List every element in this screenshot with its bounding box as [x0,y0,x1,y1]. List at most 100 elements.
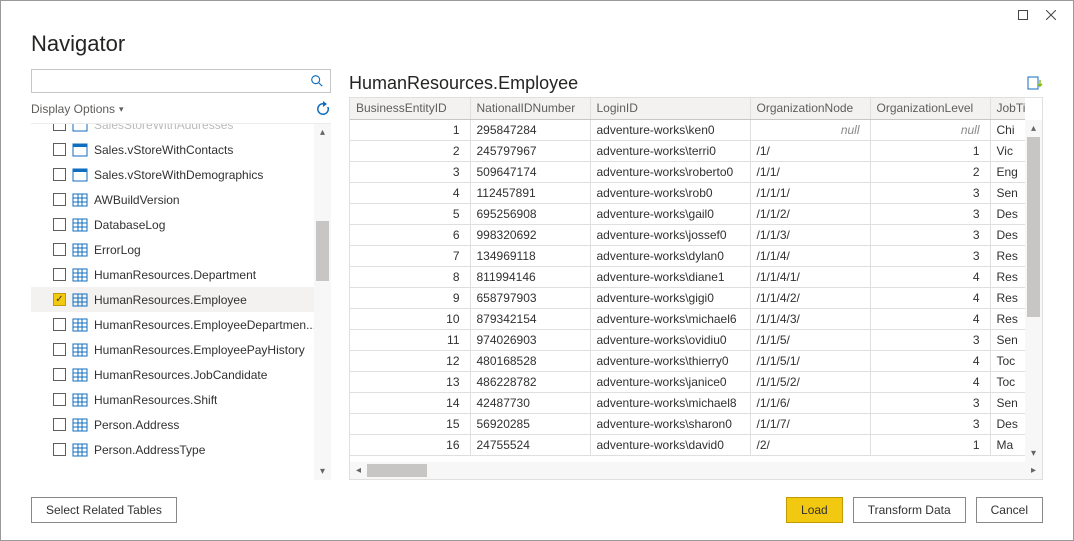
cell: /1/1/3/ [750,224,870,245]
tree-checkbox[interactable] [53,143,66,156]
grid-vertical-scrollbar[interactable]: ▴ ▾ [1025,120,1042,462]
cell: Chi [990,119,1025,140]
cell: /1/1/5/ [750,329,870,350]
table-row[interactable]: 1442487730adventure-works\michael8/1/1/6… [350,392,1025,413]
refresh-preview-icon[interactable] [1027,75,1043,91]
tree-item[interactable]: HumanResources.EmployeeDepartmen... [31,312,331,337]
column-header[interactable]: OrganizationNode [750,98,870,119]
refresh-icon[interactable] [315,101,331,117]
cell: adventure-works\diane1 [590,266,750,287]
scrollbar-thumb[interactable] [367,464,427,477]
cell: null [870,119,990,140]
tree-item[interactable]: DatabaseLog [31,212,331,237]
column-header[interactable]: JobTitle [990,98,1025,119]
tree-checkbox[interactable] [53,318,66,331]
tree-item[interactable]: Sales.vStoreWithDemographics [31,162,331,187]
cell: adventure-works\jossef0 [590,224,750,245]
tree-checkbox[interactable] [53,343,66,356]
tree-item[interactable]: SalesStoreWithAddresses [31,124,331,137]
display-options-dropdown[interactable]: Display Options ▾ [31,102,124,116]
tree-checkbox[interactable] [53,418,66,431]
tree-checkbox[interactable] [53,268,66,281]
column-header[interactable]: NationalIDNumber [470,98,590,119]
tree-checkbox[interactable] [53,293,66,306]
search-input[interactable] [38,71,310,91]
cell: adventure-works\thierry0 [590,350,750,371]
object-tree[interactable]: SalesStoreWithAddressesSales.vStoreWithC… [31,124,331,480]
table-row[interactable]: 1556920285adventure-works\sharon0/1/1/7/… [350,413,1025,434]
scroll-down-icon[interactable]: ▾ [314,463,331,480]
table-row[interactable]: 4112457891adventure-works\rob0/1/1/1/3Se… [350,182,1025,203]
tree-item[interactable]: Sales.vStoreWithContacts [31,137,331,162]
tree-item[interactable]: Person.AddressType [31,437,331,462]
maximize-button[interactable] [1009,5,1037,25]
tree-item[interactable]: HumanResources.Shift [31,387,331,412]
tree-checkbox[interactable] [53,168,66,181]
column-header[interactable]: OrganizationLevel [870,98,990,119]
tree-checkbox[interactable] [53,368,66,381]
table-row[interactable]: 12480168528adventure-works\thierry0/1/1/… [350,350,1025,371]
cell: 1 [870,140,990,161]
cell: 245797967 [470,140,590,161]
table-row[interactable]: 5695256908adventure-works\gail0/1/1/2/3D… [350,203,1025,224]
tree-item-label: AWBuildVersion [94,193,180,207]
cell: 3 [350,161,470,182]
tree-checkbox[interactable] [53,443,66,456]
scroll-up-icon[interactable]: ▴ [314,124,331,141]
column-header[interactable]: LoginID [590,98,750,119]
table-row[interactable]: 10879342154adventure-works\michael6/1/1/… [350,308,1025,329]
table-row[interactable]: 6998320692adventure-works\jossef0/1/1/3/… [350,224,1025,245]
tree-item[interactable]: HumanResources.JobCandidate [31,362,331,387]
tree-item[interactable]: ErrorLog [31,237,331,262]
scroll-left-icon[interactable]: ◂ [350,462,367,479]
table-icon [72,217,88,233]
table-row[interactable]: 2245797967adventure-works\terri0/1/1Vic [350,140,1025,161]
tree-checkbox[interactable] [53,218,66,231]
cancel-button[interactable]: Cancel [976,497,1043,523]
cell: 3 [870,413,990,434]
tree-checkbox[interactable] [53,193,66,206]
scroll-right-icon[interactable]: ▸ [1025,462,1042,479]
cell: Toc [990,371,1025,392]
select-related-tables-button[interactable]: Select Related Tables [31,497,177,523]
cell: /1/1/2/ [750,203,870,224]
grid-horizontal-scrollbar[interactable]: ◂ ▸ [350,462,1042,479]
cell: /1/1/4/3/ [750,308,870,329]
tree-item[interactable]: HumanResources.Employee [31,287,331,312]
table-icon [72,267,88,283]
tree-checkbox[interactable] [53,243,66,256]
tree-item[interactable]: HumanResources.EmployeePayHistory [31,337,331,362]
table-row[interactable]: 13486228782adventure-works\janice0/1/1/5… [350,371,1025,392]
cell: 658797903 [470,287,590,308]
tree-item[interactable]: Person.Address [31,412,331,437]
table-row[interactable]: 11974026903adventure-works\ovidiu0/1/1/5… [350,329,1025,350]
scroll-down-icon[interactable]: ▾ [1025,445,1042,462]
transform-data-button[interactable]: Transform Data [853,497,966,523]
table-row[interactable]: 1295847284adventure-works\ken0nullnullCh… [350,119,1025,140]
scrollbar-thumb[interactable] [316,221,329,281]
scroll-up-icon[interactable]: ▴ [1025,120,1042,137]
cell: /1/1/1/ [750,182,870,203]
tree-scrollbar[interactable]: ▴ ▾ [314,124,331,480]
table-row[interactable]: 3509647174adventure-works\roberto0/1/1/2… [350,161,1025,182]
scrollbar-thumb[interactable] [1027,137,1040,317]
table-row[interactable]: 8811994146adventure-works\diane1/1/1/4/1… [350,266,1025,287]
tree-item[interactable]: AWBuildVersion [31,187,331,212]
cell: null [750,119,870,140]
table-icon [72,242,88,258]
search-box[interactable] [31,69,331,93]
tree-checkbox[interactable] [53,393,66,406]
data-grid[interactable]: BusinessEntityIDNationalIDNumberLoginIDO… [349,97,1043,480]
close-button[interactable] [1037,5,1065,25]
cell: adventure-works\janice0 [590,371,750,392]
tree-item[interactable]: HumanResources.Department [31,262,331,287]
table-row[interactable]: 9658797903adventure-works\gigi0/1/1/4/2/… [350,287,1025,308]
tree-item-label: HumanResources.Shift [94,393,217,407]
table-icon [72,367,88,383]
column-header[interactable]: BusinessEntityID [350,98,470,119]
maximize-icon [1018,10,1028,20]
tree-checkbox[interactable] [53,124,66,131]
load-button[interactable]: Load [786,497,843,523]
table-row[interactable]: 7134969118adventure-works\dylan0/1/1/4/3… [350,245,1025,266]
table-row[interactable]: 1624755524adventure-works\david0/2/1Ma [350,434,1025,455]
